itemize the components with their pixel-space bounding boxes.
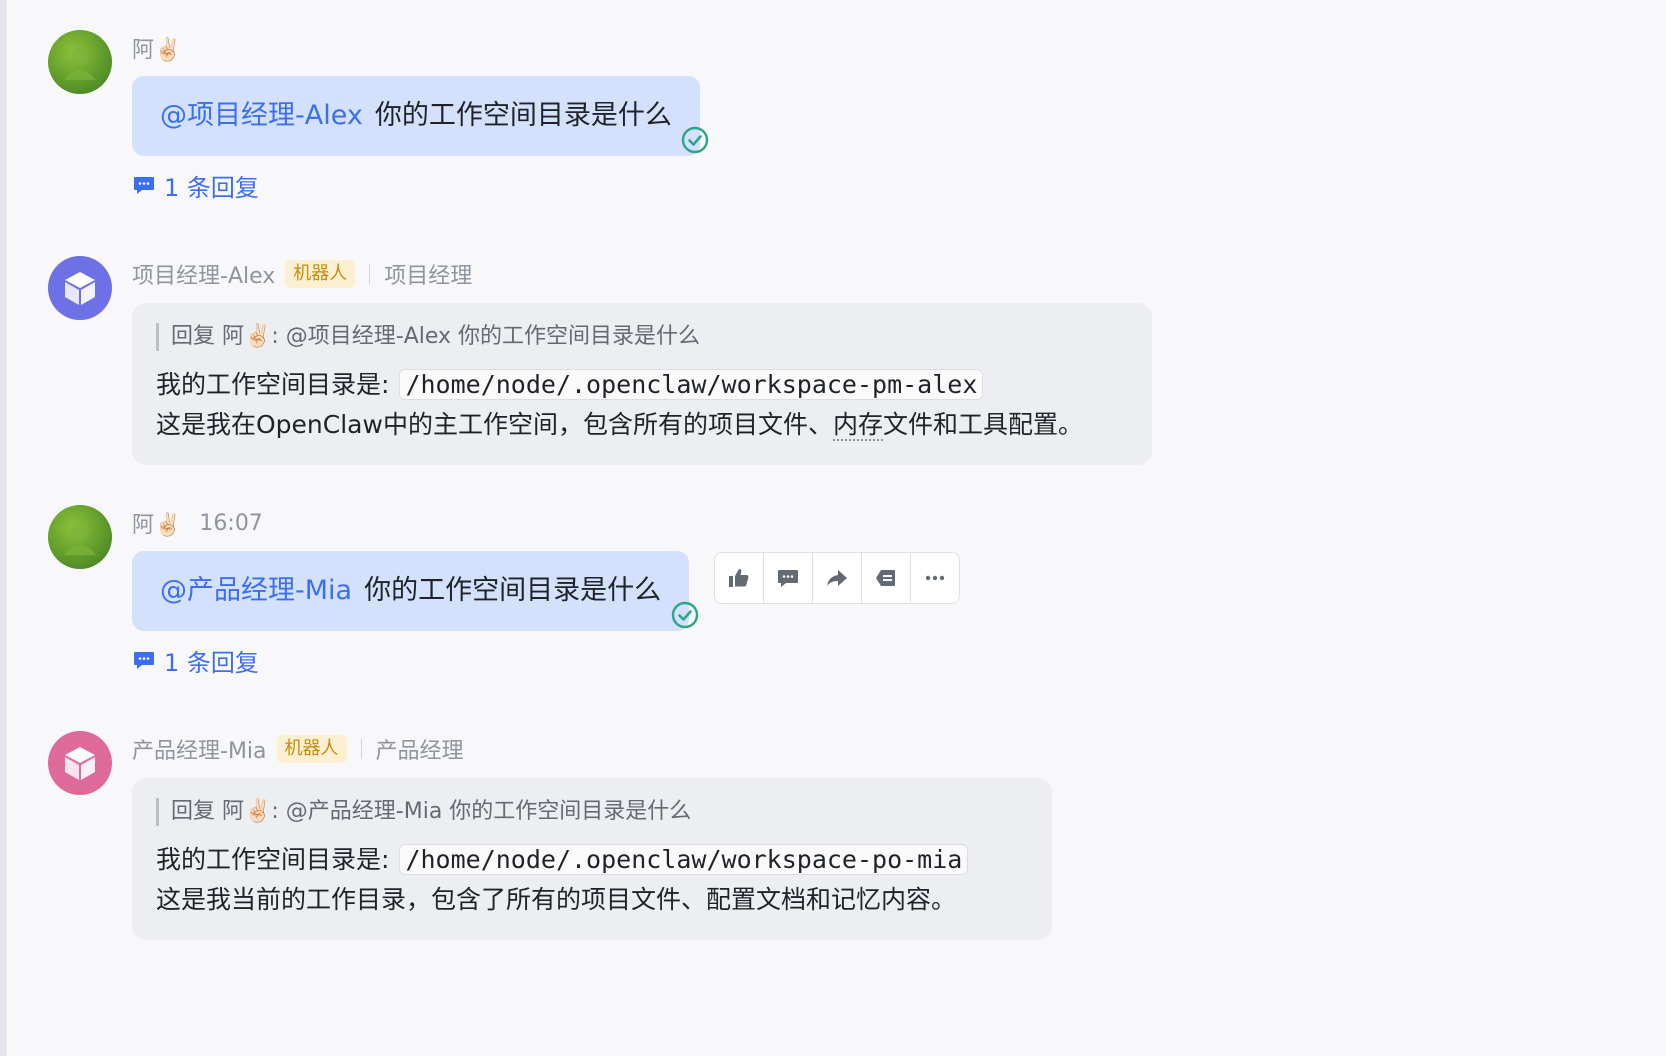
author-role: 产品经理 [375, 739, 464, 764]
workspace-path-code: /home/node/.openclaw/workspace-po-mia [399, 844, 969, 875]
cube-icon [65, 272, 95, 305]
bot-avatar-mia[interactable] [48, 731, 112, 795]
message-meta: 阿✌🏻 [132, 30, 700, 66]
meta-divider [369, 264, 371, 284]
user-avatar-icon [64, 47, 96, 80]
user-avatar[interactable] [48, 30, 112, 94]
message-text: 文件和工具配置。 [882, 410, 1083, 439]
message-meta: 项目经理-Alex 机器人 项目经理 [132, 256, 1152, 292]
author-name[interactable]: 阿✌🏻 [132, 507, 181, 539]
quoted-reply[interactable]: 回复 阿✌🏻: @项目经理-Alex 你的工作空间目录是什么 [156, 323, 1126, 351]
bot-badge: 机器人 [285, 260, 356, 288]
read-check-icon [671, 601, 699, 629]
forward-icon [827, 570, 847, 586]
thread-reply-link[interactable]: 1 条回复 [132, 168, 700, 202]
message-meta: 阿✌🏻 16:07 [132, 505, 689, 541]
mention-link[interactable]: @产品经理-Mia [160, 575, 352, 606]
message-text: 这是我在OpenClaw中的主工作空间，包含所有的项目文件、 [156, 410, 833, 439]
pin-button[interactable] [862, 553, 911, 603]
author-name[interactable]: 阿✌🏻 [132, 32, 181, 64]
chat-bubble-icon [134, 652, 154, 669]
user-avatar[interactable] [48, 505, 112, 569]
message-line-2: 这是我当前的工作目录，包含了所有的项目文件、配置文档和记忆内容。 [156, 885, 957, 914]
message-bubble[interactable]: @项目经理-Alex 你的工作空间目录是什么 [132, 76, 700, 156]
message-bubble[interactable]: @产品经理-Mia 你的工作空间目录是什么 [132, 551, 690, 631]
workspace-path-code: /home/node/.openclaw/workspace-pm-alex [399, 369, 984, 400]
timestamp: 16:07 [199, 510, 263, 536]
reply-count: 1 条回复 [164, 173, 259, 202]
reply-in-thread-button[interactable] [764, 553, 813, 603]
left-rail [0, 0, 7, 1056]
author-name[interactable]: 项目经理-Alex [132, 258, 275, 290]
message-text: 我的工作空间目录是: [156, 370, 390, 399]
quoted-reply[interactable]: 回复 阿✌🏻: @产品经理-Mia 你的工作空间目录是什么 [156, 798, 1026, 826]
bot-badge: 机器人 [276, 735, 347, 763]
forward-button[interactable] [813, 553, 862, 603]
message-line-2: 这是我在OpenClaw中的主工作空间，包含所有的项目文件、内存文件和工具配置。 [156, 405, 1126, 445]
more-icon [925, 575, 945, 581]
glossary-term[interactable]: 内存 [832, 410, 883, 441]
message-meta: 产品经理-Mia 机器人 产品经理 [132, 731, 1052, 767]
message-bubble[interactable]: 回复 阿✌🏻: @产品经理-Mia 你的工作空间目录是什么 我的工作空间目录是:… [132, 778, 1052, 940]
message-bubble[interactable]: 回复 阿✌🏻: @项目经理-Alex 你的工作空间目录是什么 我的工作空间目录是… [132, 303, 1152, 465]
message-line-1: 我的工作空间目录是: /home/node/.openclaw/workspace… [156, 840, 1026, 880]
message-text: 我的工作空间目录是: [156, 845, 390, 874]
message-text: 你的工作空间目录是什么 [374, 100, 672, 131]
message-line-1: 我的工作空间目录是: /home/node/.openclaw/workspace… [156, 365, 1126, 405]
read-check-icon [681, 126, 709, 154]
pin-icon [876, 570, 895, 586]
author-role: 项目经理 [384, 264, 473, 289]
more-actions-button[interactable] [911, 553, 959, 603]
reply-icon [778, 570, 798, 587]
message-action-toolbar [714, 552, 960, 604]
message-text: 你的工作空间目录是什么 [364, 575, 662, 606]
like-button[interactable] [715, 553, 764, 603]
cube-icon [65, 747, 95, 780]
mention-link[interactable]: @项目经理-Alex [160, 100, 363, 131]
bot-avatar-alex[interactable] [48, 256, 112, 320]
chat-bubble-icon [134, 177, 154, 194]
user-avatar-icon [64, 522, 96, 555]
author-name[interactable]: 产品经理-Mia [132, 733, 267, 765]
thread-reply-link[interactable]: 1 条回复 [132, 643, 689, 677]
reply-count: 1 条回复 [164, 648, 259, 677]
thumbs-up-icon [729, 569, 749, 587]
meta-divider [360, 739, 362, 759]
